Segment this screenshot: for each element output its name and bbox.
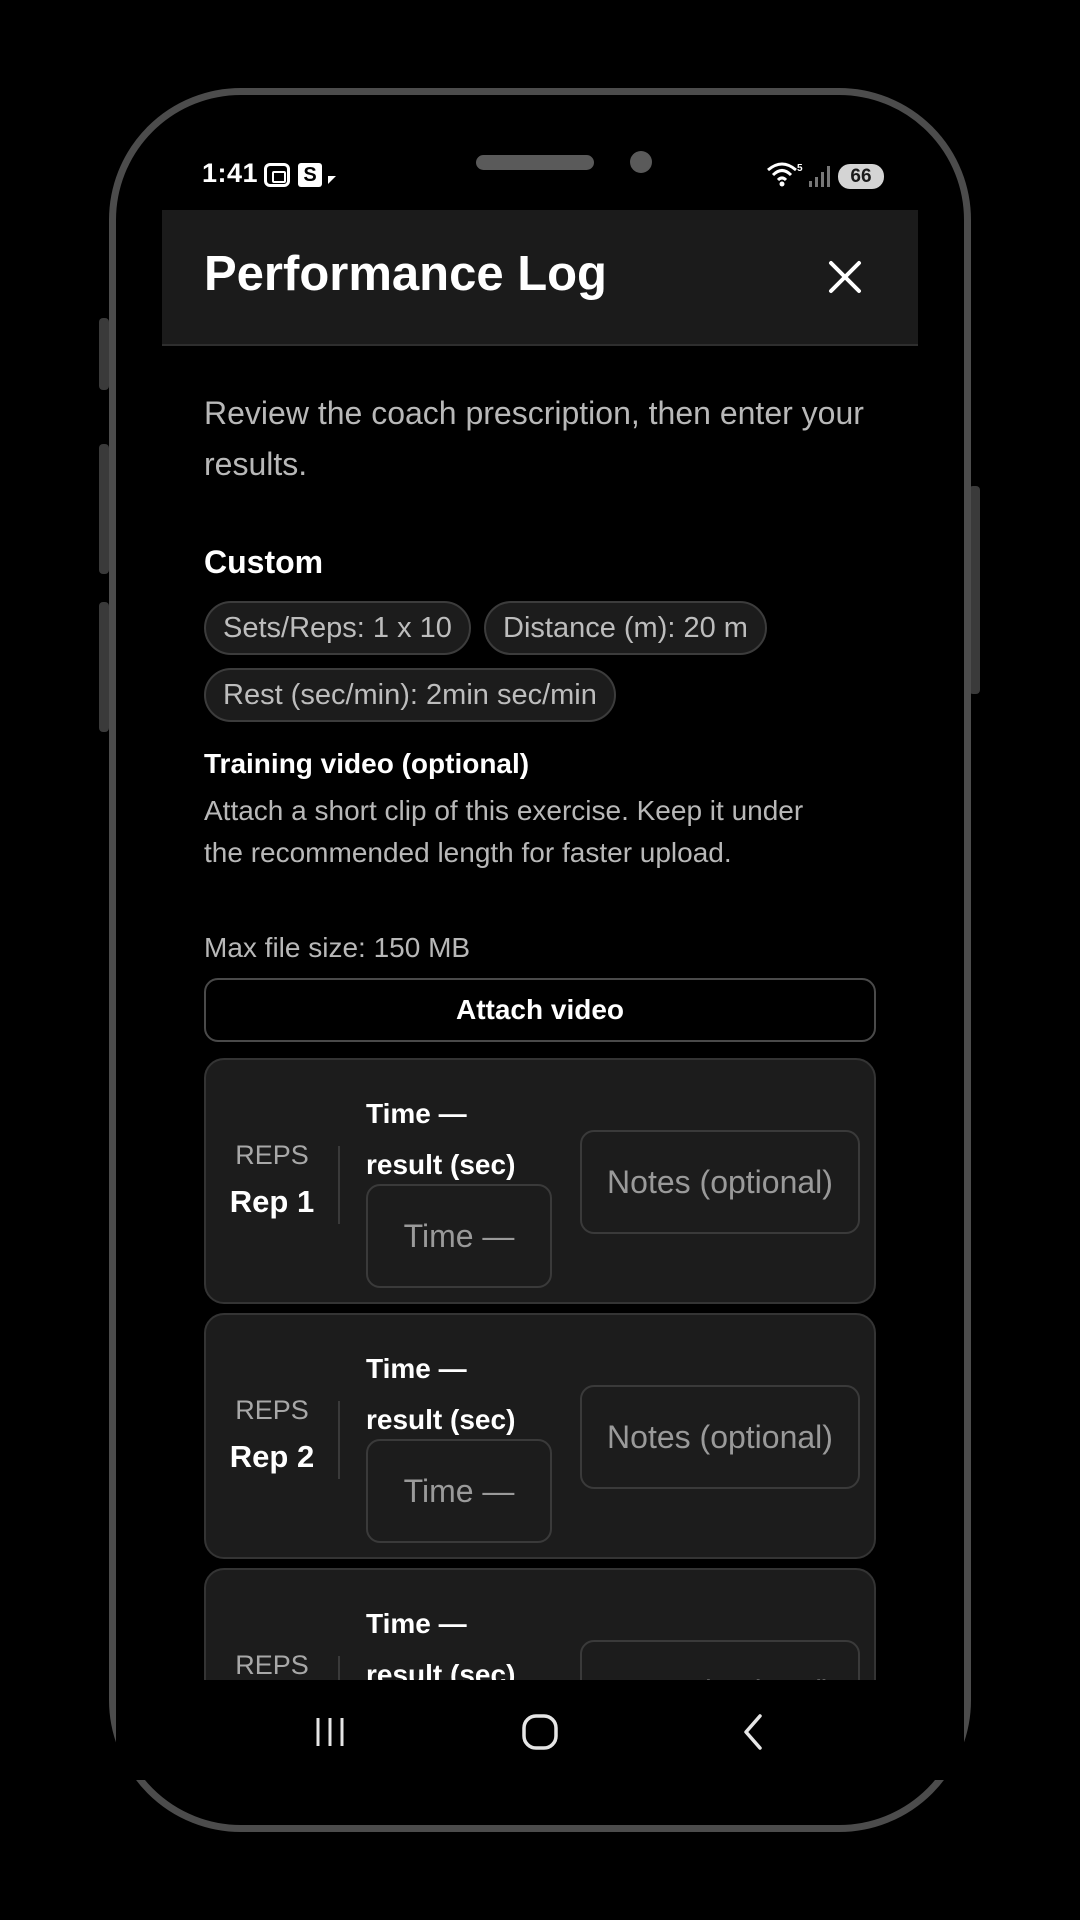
- notes-input[interactable]: [580, 1640, 860, 1680]
- time-field-label: Time — result (sec): [366, 1343, 556, 1445]
- rep-card: REPS Rep 2 Time — result (sec): [204, 1313, 876, 1559]
- bixby-button: [99, 602, 109, 732]
- page-title: Performance Log: [204, 247, 607, 301]
- rep-card: REPS Time — result (sec): [204, 1568, 876, 1680]
- screenshot-icon: [264, 163, 290, 187]
- notes-input[interactable]: [580, 1130, 860, 1234]
- time-field-label: Time — result (sec): [366, 1598, 556, 1680]
- earpiece-speaker: [476, 155, 594, 170]
- rep-divider: [338, 1656, 340, 1680]
- volume-up-button: [99, 318, 109, 390]
- intro-text: Review the coach prescription, then ente…: [204, 395, 864, 482]
- wifi-icon: 5: [767, 162, 803, 187]
- rep-name: Rep 1: [229, 1184, 315, 1219]
- volume-down-button: [99, 444, 109, 574]
- time-field-label-line2: result (sec): [366, 1659, 516, 1680]
- status-time: 1:41: [202, 158, 259, 188]
- time-field-label-line1: Time —: [366, 1098, 467, 1129]
- s-app-icon: S: [298, 163, 322, 187]
- time-field-label-line1: Time —: [366, 1353, 467, 1384]
- rep-label-column: REPS Rep 2: [206, 1315, 338, 1557]
- prescription-title: Custom: [204, 544, 324, 580]
- max-file-size: Max file size: 150 MB: [204, 932, 471, 963]
- time-field-label-line2: result (sec): [366, 1404, 516, 1435]
- time-result-input[interactable]: [366, 1439, 552, 1543]
- video-section-title: Training video (optional): [204, 748, 530, 779]
- time-field-label-line2: result (sec): [366, 1149, 516, 1180]
- rep-card: REPS Rep 1 Time — result (sec): [204, 1058, 876, 1304]
- rep-name: Rep 2: [229, 1439, 315, 1474]
- front-camera: [630, 151, 652, 173]
- rep-divider: [338, 1401, 340, 1479]
- home-icon[interactable]: [510, 1702, 570, 1762]
- location-arrow-icon: [328, 176, 336, 184]
- content-scroll-area[interactable]: Review the coach prescription, then ente…: [162, 348, 918, 1680]
- chip-rest: Rest (sec/min): 2min sec/min: [204, 668, 616, 722]
- attach-video-button[interactable]: Attach video: [204, 978, 876, 1042]
- notes-input[interactable]: [580, 1385, 860, 1489]
- app-header: Performance Log: [162, 210, 918, 346]
- rep-divider: [338, 1146, 340, 1224]
- rep-caption: REPS: [235, 1650, 309, 1680]
- back-icon[interactable]: [724, 1702, 784, 1762]
- close-icon[interactable]: [822, 254, 868, 300]
- battery-indicator: 66: [838, 164, 884, 189]
- rep-label-column: REPS Rep 1: [206, 1060, 338, 1302]
- rep-caption: REPS: [235, 1395, 309, 1425]
- svg-text:5: 5: [797, 163, 803, 174]
- chip-distance: Distance (m): 20 m: [484, 601, 767, 655]
- recents-icon[interactable]: [300, 1702, 360, 1762]
- signal-icon: [809, 166, 830, 187]
- time-field-label-line1: Time —: [366, 1608, 467, 1639]
- rep-label-column: REPS: [206, 1570, 338, 1680]
- chip-sets-reps: Sets/Reps: 1 x 10: [204, 601, 471, 655]
- video-description: Attach a short clip of this exercise. Ke…: [204, 795, 804, 868]
- system-nav-bar: [116, 1680, 964, 1780]
- rep-caption: REPS: [235, 1140, 309, 1170]
- time-result-input[interactable]: [366, 1184, 552, 1288]
- time-field-label: Time — result (sec): [366, 1088, 556, 1190]
